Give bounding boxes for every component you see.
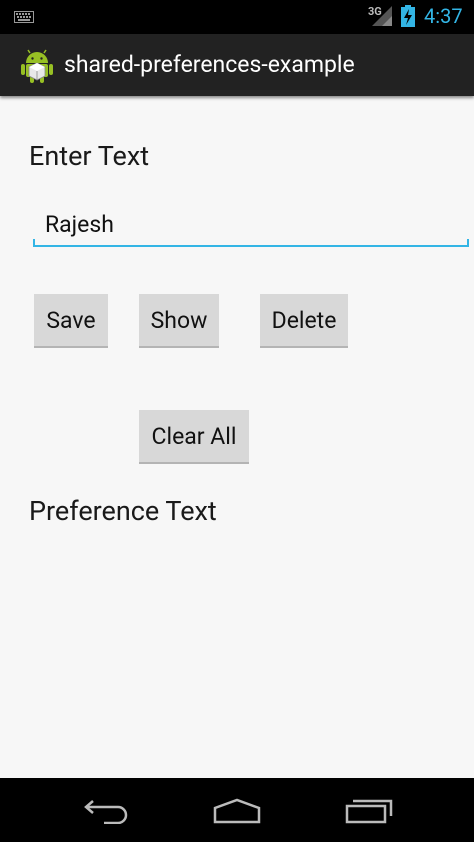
preference-text-label: Preference Text	[29, 495, 217, 527]
save-button[interactable]: Save	[34, 294, 108, 348]
keyboard-icon	[14, 11, 34, 23]
input-underline	[33, 239, 469, 247]
battery-charging-icon	[401, 5, 415, 27]
home-icon[interactable]	[212, 798, 262, 824]
text-input[interactable]	[33, 205, 469, 243]
back-icon[interactable]	[82, 800, 130, 824]
status-bar: 3G 4:37	[0, 0, 474, 34]
clear-all-button[interactable]: Clear All	[139, 410, 249, 464]
android-app-icon	[21, 49, 53, 83]
signal-icon	[372, 6, 392, 26]
show-button[interactable]: Show	[139, 294, 219, 348]
clock: 4:37	[424, 4, 463, 28]
text-input-container[interactable]	[33, 205, 469, 247]
recents-icon[interactable]	[344, 798, 394, 824]
navigation-bar	[0, 778, 474, 842]
app-title: shared-preferences-example	[64, 51, 355, 78]
enter-text-label: Enter Text	[29, 140, 150, 172]
delete-button[interactable]: Delete	[260, 294, 348, 348]
action-bar: shared-preferences-example	[0, 34, 474, 96]
